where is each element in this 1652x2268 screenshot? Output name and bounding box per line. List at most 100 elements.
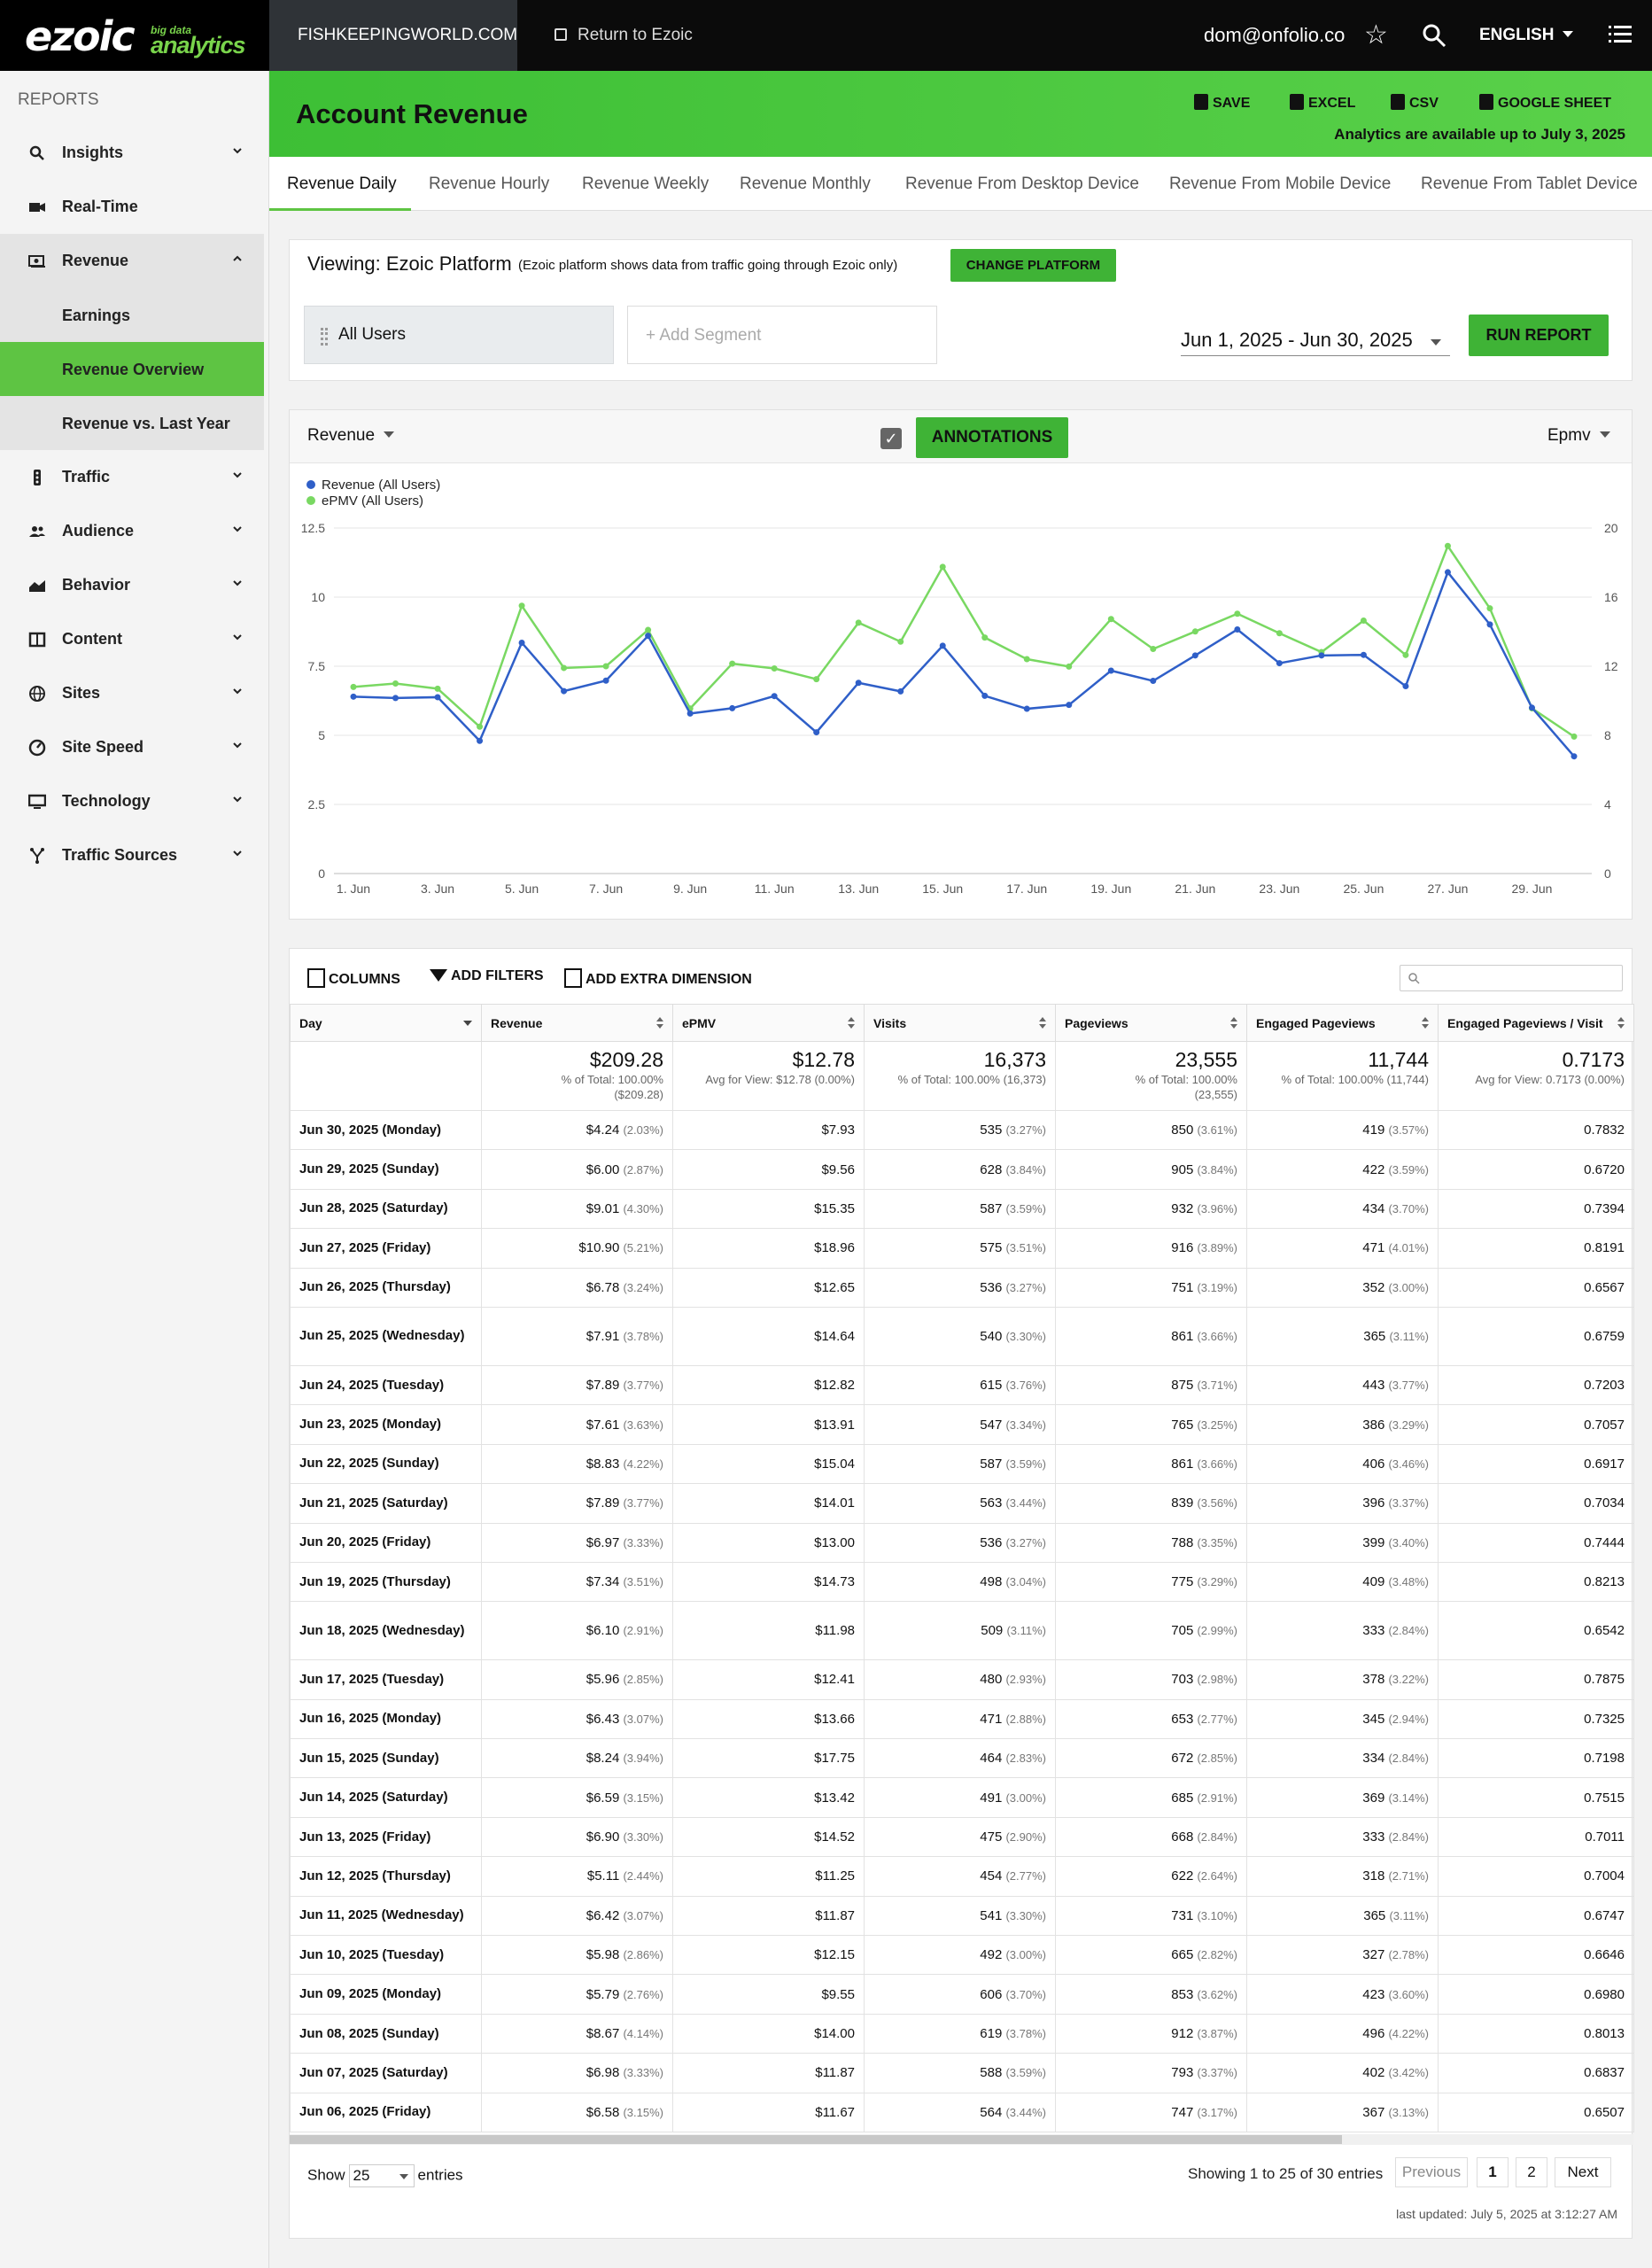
sidebar-heading: REPORTS bbox=[18, 90, 99, 109]
sidebar-item-content[interactable]: Content bbox=[0, 612, 264, 666]
sidebar-item-audience[interactable]: Audience bbox=[0, 504, 264, 558]
sidebar-item-technology[interactable]: Technology bbox=[0, 774, 264, 828]
drag-handle-icon[interactable] bbox=[321, 328, 328, 346]
visits-cell: 464 (2.83%) bbox=[864, 1738, 1056, 1779]
add-segment-button[interactable]: + Add Segment bbox=[627, 306, 937, 364]
star-icon[interactable]: ☆ bbox=[1364, 19, 1388, 51]
revenue-cell: $6.78 (3.24%) bbox=[481, 1267, 673, 1308]
table-row: Jun 24, 2025 (Tuesday) $7.89 (3.77%) $12.8… bbox=[290, 1364, 1634, 1406]
cell-value: 496 bbox=[1362, 2026, 1385, 2041]
visits-cell: 454 (2.77%) bbox=[864, 1856, 1056, 1897]
column-header-pageviews[interactable]: Pageviews bbox=[1055, 1004, 1247, 1042]
page-2-button[interactable]: 2 bbox=[1516, 2157, 1547, 2187]
pageviews-cell: 765 (3.25%) bbox=[1055, 1404, 1247, 1445]
sidebar-item-traffic[interactable]: Traffic bbox=[0, 450, 264, 504]
cell-value: 419 bbox=[1362, 1122, 1385, 1138]
tab-revenue-mobile[interactable]: Revenue From Mobile Device bbox=[1169, 175, 1391, 194]
change-platform-button[interactable]: CHANGE PLATFORM bbox=[950, 249, 1116, 282]
column-header-engaged-pageviews[interactable]: Engaged Pageviews bbox=[1246, 1004, 1439, 1042]
google-sheet-button[interactable]: GOOGLE SHEET bbox=[1479, 94, 1611, 112]
add-filters-button[interactable]: ADD FILTERS bbox=[430, 968, 544, 984]
column-header-day[interactable]: Day bbox=[290, 1004, 482, 1042]
epv-cell: 0.7203 bbox=[1438, 1364, 1634, 1406]
visits-cell: 587 (3.59%) bbox=[864, 1443, 1056, 1485]
x-tick-label: 11. Jun bbox=[755, 882, 795, 896]
tab-revenue-monthly[interactable]: Revenue Monthly bbox=[740, 175, 871, 194]
pageviews-cell: 751 (3.19%) bbox=[1055, 1267, 1247, 1308]
annotations-checkbox[interactable]: ✓ bbox=[880, 428, 902, 449]
sidebar-item-sites[interactable]: Sites bbox=[0, 666, 264, 720]
return-to-ezoic-link[interactable]: Return to Ezoic bbox=[555, 0, 693, 71]
engaged-cell: 378 (3.22%) bbox=[1246, 1659, 1439, 1700]
engaged-cell: 423 (3.60%) bbox=[1246, 1974, 1439, 2015]
column-header-epmv[interactable]: ePMV bbox=[672, 1004, 865, 1042]
sidebar-item-site-speed[interactable]: Site Speed bbox=[0, 720, 264, 774]
search-icon bbox=[29, 145, 44, 160]
pageviews-cell: 875 (3.71%) bbox=[1055, 1364, 1247, 1406]
tab-revenue-desktop[interactable]: Revenue From Desktop Device bbox=[905, 175, 1139, 194]
cell-percent: (3.84%) bbox=[1005, 1162, 1046, 1177]
cell-value: 402 bbox=[1362, 2065, 1385, 2081]
sidebar-subitem-revenue-overview[interactable]: Revenue Overview bbox=[0, 342, 264, 396]
previous-page-button[interactable]: Previous bbox=[1395, 2157, 1468, 2187]
add-extra-dimension-button[interactable]: ADD EXTRA DIMENSION bbox=[564, 968, 752, 988]
sidebar-item-real-time[interactable]: Real-Time bbox=[0, 180, 264, 234]
day-cell: Jun 11, 2025 (Wednesday) bbox=[290, 1895, 482, 1937]
column-header-revenue[interactable]: Revenue bbox=[481, 1004, 673, 1042]
totals-row: $209.28 % of Total: 100.00% ($209.28) $12.… bbox=[290, 1041, 1634, 1111]
user-email[interactable]: dom@onfolio.co bbox=[1204, 0, 1345, 71]
cell-percent: (3.46%) bbox=[1388, 1456, 1429, 1471]
sidebar-item-insights[interactable]: Insights bbox=[0, 126, 264, 180]
secondary-metric-select[interactable]: Epmv bbox=[1547, 426, 1610, 446]
column-header-visits[interactable]: Visits bbox=[864, 1004, 1056, 1042]
save-button[interactable]: SAVE bbox=[1194, 94, 1250, 112]
revenue-cell: $6.42 (3.07%) bbox=[481, 1895, 673, 1937]
sort-icon bbox=[1039, 1017, 1046, 1029]
page-size-select[interactable]: 25 bbox=[348, 2164, 415, 2187]
sidebar-item-behavior[interactable]: Behavior bbox=[0, 558, 264, 612]
run-report-button[interactable]: RUN REPORT bbox=[1469, 315, 1609, 356]
pageviews-cell: 703 (2.98%) bbox=[1055, 1659, 1247, 1700]
epmv-cell: $14.64 bbox=[672, 1306, 865, 1366]
date-range-picker[interactable]: Jun 1, 2025 - Jun 30, 2025 bbox=[1181, 329, 1450, 356]
tab-revenue-daily[interactable]: Revenue Daily bbox=[287, 175, 397, 194]
cell-percent: (3.44%) bbox=[1005, 2105, 1046, 2119]
x-tick-label: 3. Jun bbox=[421, 882, 454, 896]
sidebar-subitem-revenue-vs-last-year[interactable]: Revenue vs. Last Year bbox=[0, 396, 264, 450]
cell-percent: (3.37%) bbox=[1388, 1496, 1429, 1511]
epv-cell: 0.7325 bbox=[1438, 1698, 1634, 1740]
table-row: Jun 27, 2025 (Friday) $10.90 (5.21%) $18.9… bbox=[290, 1228, 1634, 1269]
y-left-tick-label: 2.5 bbox=[308, 797, 326, 812]
sidebar-subitem-earnings[interactable]: Earnings bbox=[0, 288, 264, 342]
csv-button[interactable]: CSV bbox=[1391, 94, 1439, 112]
scrollbar-thumb[interactable] bbox=[290, 2135, 1342, 2144]
annotations-button[interactable]: ANNOTATIONS bbox=[916, 417, 1068, 458]
page-1-button[interactable]: 1 bbox=[1477, 2157, 1509, 2187]
search-icon[interactable] bbox=[1421, 22, 1447, 49]
columns-button[interactable]: COLUMNS bbox=[307, 968, 400, 988]
language-select[interactable]: ENGLISH bbox=[1479, 0, 1574, 71]
horizontal-scrollbar[interactable] bbox=[290, 2134, 1633, 2145]
cell-percent: (2.90%) bbox=[1005, 1830, 1046, 1845]
engaged-cell: 419 (3.57%) bbox=[1246, 1109, 1439, 1151]
cell-value: 703 bbox=[1171, 1672, 1194, 1688]
data-point-revenue bbox=[561, 687, 568, 695]
column-header-engaged-per-visit[interactable]: Engaged Pageviews / Visit bbox=[1438, 1004, 1634, 1042]
tab-revenue-weekly[interactable]: Revenue Weekly bbox=[582, 175, 709, 194]
table-search-input[interactable] bbox=[1400, 965, 1623, 991]
site-selector[interactable]: FISHKEEPINGWORLD.COM bbox=[269, 0, 517, 71]
pageviews-cell: 668 (2.84%) bbox=[1055, 1816, 1247, 1858]
sidebar-item-revenue[interactable]: Revenue bbox=[0, 234, 264, 288]
segment-all-users[interactable]: All Users bbox=[304, 306, 614, 364]
cell-value: 327 bbox=[1362, 1947, 1385, 1963]
menu-icon[interactable] bbox=[1609, 25, 1632, 44]
data-point-revenue bbox=[1402, 682, 1409, 689]
next-page-button[interactable]: Next bbox=[1555, 2157, 1611, 2187]
primary-metric-select[interactable]: Revenue bbox=[307, 426, 395, 446]
cell-percent: (3.96%) bbox=[1197, 1201, 1237, 1216]
tab-revenue-hourly[interactable]: Revenue Hourly bbox=[429, 175, 549, 194]
tab-revenue-tablet[interactable]: Revenue From Tablet Device bbox=[1421, 175, 1638, 194]
excel-button[interactable]: EXCEL bbox=[1290, 94, 1355, 112]
ezoic-logo[interactable]: ezoic big data analytics bbox=[0, 0, 269, 71]
sidebar-item-traffic-sources[interactable]: Traffic Sources bbox=[0, 828, 264, 882]
